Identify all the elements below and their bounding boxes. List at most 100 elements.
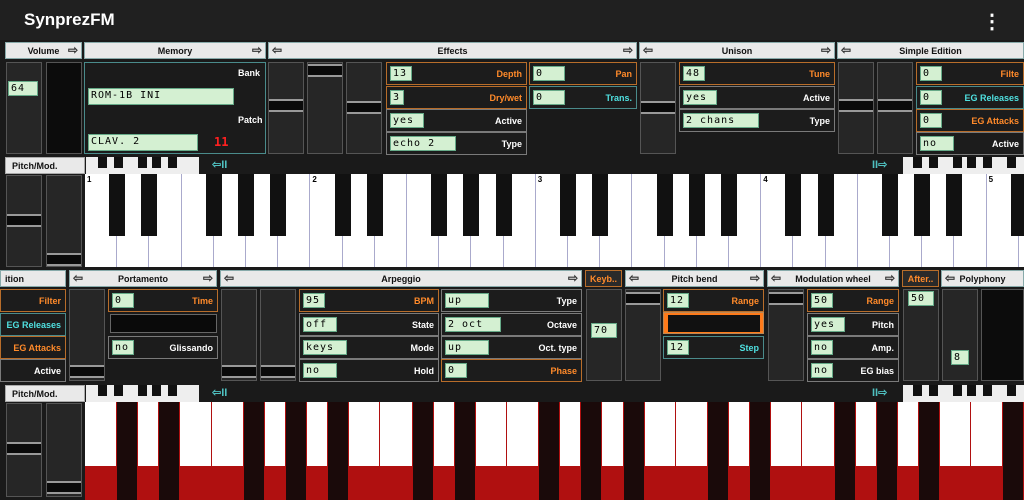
slider-thumb[interactable] xyxy=(626,292,660,305)
simple-active[interactable]: no Active xyxy=(916,132,1024,155)
effects-type[interactable]: echo 2 Type xyxy=(386,132,527,155)
effects-trans[interactable]: 0 Trans. xyxy=(529,86,637,109)
effects-active[interactable]: yes Active xyxy=(386,109,527,132)
unison-type[interactable]: 2 chans Type xyxy=(679,109,835,132)
pitch-bend-keys-selector[interactable] xyxy=(663,312,764,334)
arrow-right-icon[interactable]: ⇨ xyxy=(203,271,213,286)
black-key[interactable] xyxy=(882,174,898,236)
black-key[interactable] xyxy=(242,402,265,500)
arrow-right-icon[interactable]: ⇨ xyxy=(568,271,578,286)
arpeggio-mode[interactable]: keys Mode xyxy=(299,336,439,359)
black-key[interactable] xyxy=(205,174,222,236)
piano-keyboard-bottom[interactable]: 1 2 3 4 xyxy=(85,402,1024,500)
black-key[interactable] xyxy=(366,174,383,236)
black-key[interactable] xyxy=(707,402,729,500)
polyphony-slider[interactable] xyxy=(942,289,978,381)
black-key[interactable] xyxy=(1002,402,1024,500)
simple-left-eg-attacks[interactable]: EG Attacks xyxy=(0,336,66,359)
bank-value[interactable]: ROM-1B INI xyxy=(88,88,234,105)
black-key[interactable] xyxy=(560,174,576,236)
black-key[interactable] xyxy=(914,174,931,236)
arrow-right-icon[interactable]: ⇨ xyxy=(252,43,262,58)
arpeggio-hold[interactable]: no Hold xyxy=(299,359,439,382)
black-key[interactable] xyxy=(411,402,434,500)
slider-thumb[interactable] xyxy=(769,292,803,305)
effects-drywet[interactable]: 3 Dry/wet xyxy=(386,86,527,109)
pitch-bend-range[interactable]: 12 Range xyxy=(663,289,764,312)
black-key[interactable] xyxy=(495,174,512,236)
arrow-left-icon[interactable]: ⇦ xyxy=(841,43,851,58)
mod-wheel-amp[interactable]: no Amp. xyxy=(807,336,899,359)
arpeggio-octave[interactable]: 2 oct Octave xyxy=(441,313,582,336)
black-key[interactable] xyxy=(463,174,480,236)
slider-thumb[interactable] xyxy=(308,64,342,77)
black-key[interactable] xyxy=(785,174,802,236)
effects-pan[interactable]: 0 Pan xyxy=(529,62,637,85)
patch-value[interactable]: CLAV. 2 xyxy=(88,134,198,151)
slider-thumb[interactable] xyxy=(261,365,295,378)
arrow-left-icon[interactable]: ⇦ xyxy=(224,271,234,286)
slider-thumb[interactable] xyxy=(70,365,104,378)
simple-left-filter[interactable]: Filter xyxy=(0,289,66,312)
black-key[interactable] xyxy=(688,174,705,236)
wheel-thumb[interactable] xyxy=(47,481,81,494)
black-key[interactable] xyxy=(538,402,561,500)
scroll-left-icon[interactable]: ⇦II xyxy=(212,386,227,399)
portamento-time[interactable]: 0 Time xyxy=(108,289,218,312)
simple-eg-attacks[interactable]: 0 EG Attacks xyxy=(916,109,1024,132)
slider-thumb[interactable] xyxy=(347,101,381,114)
black-key[interactable] xyxy=(453,402,476,500)
black-key[interactable] xyxy=(580,402,603,500)
black-key[interactable] xyxy=(833,402,856,500)
black-key[interactable] xyxy=(622,402,645,500)
black-key[interactable] xyxy=(327,402,350,500)
arpeggio-state[interactable]: off State xyxy=(299,313,439,336)
black-key[interactable] xyxy=(721,174,737,236)
mini-keyboard-top-left[interactable] xyxy=(86,157,199,174)
arrow-left-icon[interactable]: ⇦ xyxy=(643,43,653,58)
wheel-thumb[interactable] xyxy=(7,214,41,227)
black-key[interactable] xyxy=(141,174,158,236)
mini-keyboard-bottom-right[interactable] xyxy=(903,385,1024,402)
mini-keyboard-top-right[interactable] xyxy=(903,157,1024,174)
black-key[interactable] xyxy=(285,402,307,500)
effects-depth[interactable]: 13 Depth xyxy=(386,62,527,85)
black-key[interactable] xyxy=(158,402,181,500)
black-key[interactable] xyxy=(656,174,673,236)
simple-eg-releases[interactable]: 0 EG Releases xyxy=(916,86,1024,109)
slider-thumb[interactable] xyxy=(839,99,873,112)
arrow-left-icon[interactable]: ⇦ xyxy=(272,43,282,58)
mod-wheel-pitch[interactable]: yes Pitch xyxy=(807,313,899,336)
arpeggio-phase[interactable]: 0 Phase xyxy=(441,359,582,382)
mini-keyboard-bottom-left[interactable] xyxy=(86,385,199,402)
black-key[interactable] xyxy=(1010,174,1024,236)
arrow-left-icon[interactable]: ⇦ xyxy=(945,271,955,286)
simple-left-eg-releases[interactable]: EG Releases xyxy=(0,313,66,336)
simple-left-active[interactable]: Active xyxy=(0,359,66,382)
unison-active[interactable]: yes Active xyxy=(679,86,835,109)
arrow-left-icon[interactable]: ⇦ xyxy=(73,271,83,286)
slider-thumb[interactable] xyxy=(641,101,675,114)
black-key[interactable] xyxy=(592,174,609,236)
pitch-bend-step[interactable]: 12 Step xyxy=(663,336,764,359)
arrow-right-icon[interactable]: ⇨ xyxy=(623,43,633,58)
black-key[interactable] xyxy=(109,174,126,236)
arrow-left-icon[interactable]: ⇦ xyxy=(629,271,639,286)
black-key[interactable] xyxy=(749,402,772,500)
black-key[interactable] xyxy=(918,402,940,500)
black-key[interactable] xyxy=(431,174,448,236)
portamento-glissando[interactable]: no Glissando xyxy=(108,336,218,359)
black-key[interactable] xyxy=(334,174,351,236)
arrow-left-icon[interactable]: ⇦ xyxy=(771,271,781,286)
more-vert-icon[interactable]: ⋮ xyxy=(982,9,1002,34)
mod-wheel-eg-bias[interactable]: no EG bias xyxy=(807,359,899,382)
slider-thumb[interactable] xyxy=(878,99,912,112)
scroll-right-icon[interactable]: II⇨ xyxy=(872,158,887,171)
black-key[interactable] xyxy=(875,402,898,500)
arpeggio-oct-type[interactable]: up Oct. type xyxy=(441,336,582,359)
scroll-right-icon[interactable]: II⇨ xyxy=(872,386,887,399)
volume-slider[interactable] xyxy=(6,62,42,154)
arrow-right-icon[interactable]: ⇨ xyxy=(821,43,831,58)
arrow-right-icon[interactable]: ⇨ xyxy=(885,271,895,286)
simple-filter[interactable]: 0 Filte xyxy=(916,62,1024,85)
